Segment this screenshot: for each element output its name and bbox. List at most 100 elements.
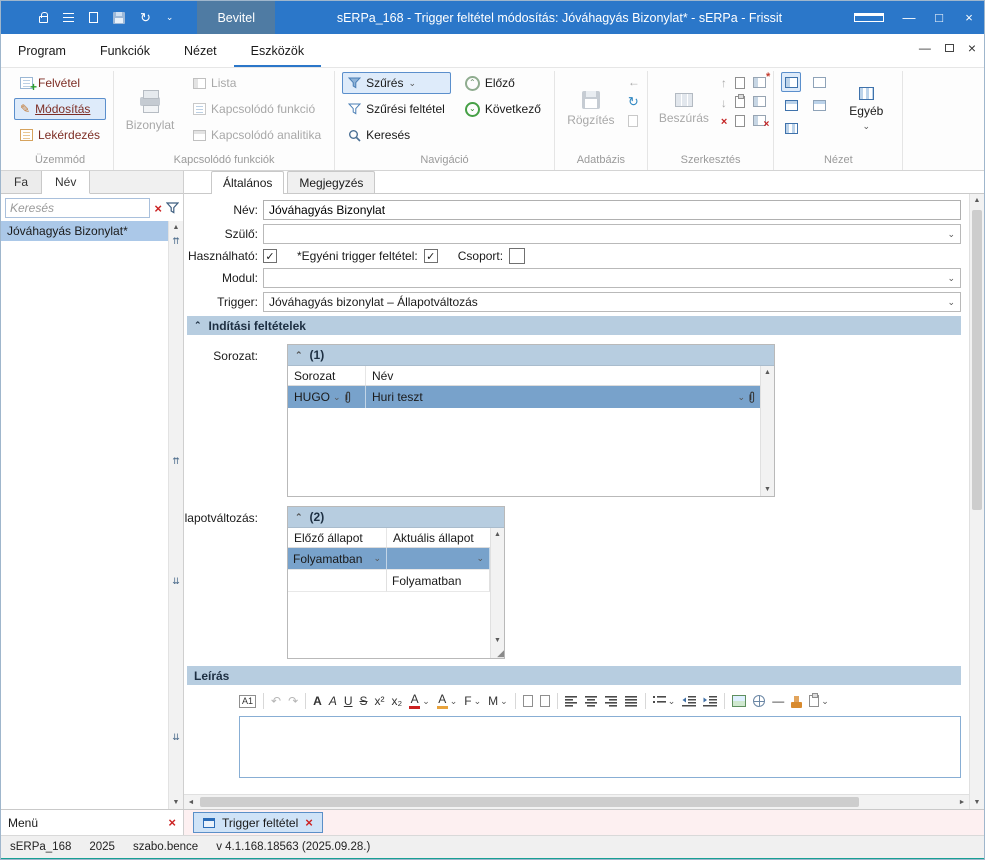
- close-menu-icon[interactable]: ×: [168, 816, 176, 829]
- dropdown-icon[interactable]: ⌄: [476, 554, 484, 563]
- layout-side-view-icon[interactable]: [781, 72, 801, 92]
- numbered-list-button[interactable]: ⌄: [653, 695, 676, 707]
- cancel-changes-icon[interactable]: [628, 115, 638, 127]
- modositas-button[interactable]: ✎ Módosítás: [14, 98, 106, 120]
- rogzites-button[interactable]: Rögzítés: [562, 72, 620, 146]
- child-minimize-button[interactable]: —: [919, 41, 931, 55]
- clear-formatting-icon[interactable]: A1: [239, 695, 256, 708]
- last-record-marker-icon[interactable]: ⇊: [169, 733, 183, 742]
- collapse-icon[interactable]: ⌃: [295, 351, 303, 360]
- custom-trigger-checkbox[interactable]: ✓: [424, 249, 438, 263]
- windows-copy-icon[interactable]: [89, 12, 98, 23]
- increase-indent-icon[interactable]: [703, 695, 717, 707]
- subscript-icon[interactable]: x₂: [392, 695, 403, 707]
- superscript-icon[interactable]: x²: [375, 695, 385, 707]
- allapot-row-2[interactable]: Folyamatban: [288, 570, 490, 592]
- collapse-icon[interactable]: ⌃: [295, 513, 303, 522]
- list-view-icon[interactable]: [809, 95, 829, 115]
- close-tab-icon[interactable]: ×: [305, 816, 313, 829]
- italic-icon[interactable]: A: [329, 695, 337, 707]
- paperclip-icon[interactable]: [344, 391, 352, 404]
- next-record-marker-icon[interactable]: ⇊: [169, 577, 183, 586]
- egyeb-dropdown-icon[interactable]: ⌄: [863, 122, 871, 131]
- font-family-button[interactable]: F⌄: [464, 695, 481, 707]
- kereses-button[interactable]: Keresés: [342, 124, 451, 146]
- menu-tab[interactable]: Menü ×: [1, 810, 184, 835]
- underline-icon[interactable]: U: [344, 695, 353, 707]
- dropdown-icon[interactable]: ⌄: [373, 554, 381, 563]
- cut-icon[interactable]: [735, 115, 745, 127]
- decrease-indent-icon[interactable]: [682, 695, 696, 707]
- allapot-scrollbar[interactable]: ▲ ▼ ◢: [490, 528, 504, 658]
- tab-nezet[interactable]: Nézet: [167, 36, 234, 67]
- szures-button[interactable]: Szűrés ⌄: [342, 72, 451, 94]
- move-down-icon[interactable]: ↓: [721, 97, 727, 109]
- allapot-group-header[interactable]: ⌃ (2): [288, 507, 504, 528]
- editor-copy-icon[interactable]: [523, 695, 533, 707]
- usable-checkbox[interactable]: ✓: [263, 249, 277, 263]
- save-icon[interactable]: [113, 12, 125, 24]
- tab-funkciok[interactable]: Funkciók: [83, 36, 167, 67]
- paste-plain-icon[interactable]: [540, 695, 550, 707]
- panel-tab-nev[interactable]: Név: [42, 171, 90, 194]
- sorozat-scrollbar[interactable]: ▲ ▼: [760, 366, 774, 496]
- refresh-data-icon[interactable]: ↻: [628, 95, 640, 108]
- lock-icon[interactable]: [39, 16, 48, 23]
- felvetel-button[interactable]: Felvétel: [14, 72, 106, 94]
- sorozat-row[interactable]: HUGO ⌄ Huri teszt ⌄: [288, 386, 760, 408]
- vertical-scroll-thumb[interactable]: [972, 210, 982, 510]
- group-checkbox[interactable]: [509, 248, 525, 264]
- minimize-button[interactable]: —: [894, 10, 924, 25]
- scroll-down-icon[interactable]: ▼: [169, 799, 183, 806]
- clear-search-icon[interactable]: ×: [154, 202, 162, 215]
- col-elozo-allapot[interactable]: Előző állapot: [288, 528, 387, 547]
- scroll-down-icon[interactable]: ▼: [491, 637, 504, 644]
- dropdown-icon[interactable]: ⌄: [947, 298, 955, 307]
- strikethrough-icon[interactable]: S: [360, 695, 368, 707]
- titlebar-tab-bevitel[interactable]: Bevitel: [197, 1, 275, 34]
- hyperlink-icon[interactable]: [753, 695, 765, 707]
- scroll-up-icon[interactable]: ▲: [491, 531, 504, 538]
- scroll-up-icon[interactable]: ▲: [169, 224, 183, 231]
- task-list-icon[interactable]: [63, 13, 74, 22]
- bizonylat-button[interactable]: Bizonylat: [121, 72, 179, 146]
- trigger-combo[interactable]: Jóváhagyás bizonylat – Állapotváltozás ⌄: [263, 292, 961, 312]
- insert-row-icon[interactable]: [753, 77, 766, 88]
- beszuras-button[interactable]: Beszúrás: [655, 72, 713, 146]
- scroll-up-icon[interactable]: ▲: [970, 197, 984, 204]
- back-icon[interactable]: ←: [628, 76, 640, 88]
- nev-field[interactable]: [263, 200, 961, 220]
- font-size-button[interactable]: M⌄: [488, 695, 508, 707]
- child-close-button[interactable]: ×: [968, 40, 976, 56]
- copy-icon[interactable]: [735, 77, 745, 89]
- move-up-icon[interactable]: ↑: [721, 77, 727, 89]
- dropdown-icon[interactable]: ⌄: [947, 274, 955, 283]
- stamp-icon[interactable]: [791, 702, 802, 708]
- sorozat-group-header[interactable]: ⌃ (1): [288, 345, 774, 366]
- scroll-up-icon[interactable]: ▲: [761, 369, 774, 376]
- dropdown-icon[interactable]: ⌄: [947, 230, 955, 239]
- main-horizontal-scrollbar[interactable]: ◄ ►: [184, 794, 969, 809]
- tab-program[interactable]: Program: [1, 36, 83, 67]
- font-color-button[interactable]: A ⌄: [409, 693, 430, 709]
- szures-dropdown-icon[interactable]: ⌄: [408, 79, 416, 88]
- panel-filter-icon[interactable]: [166, 202, 179, 214]
- col-sorozat[interactable]: Sorozat: [288, 366, 366, 385]
- align-justify-icon[interactable]: [625, 695, 638, 707]
- card-view-icon[interactable]: [809, 72, 829, 92]
- kapcsolodo-funkcio-button[interactable]: Kapcsolódó funkció: [187, 98, 327, 120]
- delete-record-icon[interactable]: ×: [721, 117, 727, 128]
- lista-button[interactable]: Lista: [187, 72, 327, 94]
- delete-row-icon[interactable]: [753, 115, 766, 126]
- close-button[interactable]: ×: [954, 10, 984, 25]
- section-leiras[interactable]: Leírás: [187, 666, 961, 685]
- highlight-color-button[interactable]: A ⌄: [437, 693, 458, 709]
- bold-icon[interactable]: A: [313, 695, 322, 707]
- allapot-row-1[interactable]: Folyamatban ⌄ ⌄: [288, 548, 490, 570]
- pin-window-icon[interactable]: [854, 13, 884, 22]
- paste-icon[interactable]: [735, 96, 745, 108]
- resize-grip-icon[interactable]: ◢: [497, 649, 504, 658]
- redo-icon[interactable]: ↷: [288, 695, 298, 707]
- col-nev[interactable]: Név: [366, 366, 760, 385]
- scroll-down-icon[interactable]: ▼: [970, 799, 984, 806]
